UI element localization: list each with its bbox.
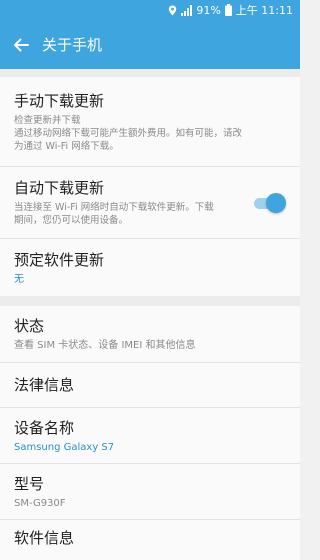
- app-bar: 关于手机: [0, 20, 300, 69]
- software-update-section: 手动下载更新 检查更新并下载 通过移动网络下载可能产生额外费用。如有可能，请改 …: [0, 77, 300, 296]
- legal-info-item[interactable]: 法律信息: [0, 363, 300, 408]
- auto-download-updates-item[interactable]: 自动下载更新 当连接至 Wi-Fi 网络时自动下载软件更新。下载 期间，您仍可以…: [0, 167, 300, 239]
- battery-icon: [224, 4, 232, 16]
- auto-download-toggle[interactable]: [252, 192, 286, 214]
- device-name-value: Samsung Galaxy S7: [14, 441, 115, 453]
- legal-info-title: 法律信息: [14, 376, 75, 394]
- scheduled-update-item[interactable]: 预定软件更新 无: [0, 239, 300, 296]
- model-value: SM-G930F: [14, 497, 66, 509]
- auto-download-title: 自动下载更新: [14, 179, 105, 197]
- status-bar: 91% 上午 11:11: [0, 0, 300, 20]
- section-divider: [0, 296, 300, 306]
- section-divider: [0, 69, 300, 77]
- status-item[interactable]: 状态 查看 SIM 卡状态、设备 IMEI 和其他信息: [0, 306, 300, 363]
- device-name-title: 设备名称: [14, 418, 75, 437]
- software-info-title: 软件信息: [14, 529, 75, 547]
- scheduled-update-value: 无: [14, 273, 24, 285]
- device-info-section: 状态 查看 SIM 卡状态、设备 IMEI 和其他信息 法律信息 设备名称 Sa…: [0, 306, 300, 560]
- model-item[interactable]: 型号 SM-G930F: [0, 464, 300, 520]
- clock: 上午 11:11: [235, 4, 293, 17]
- back-arrow-icon: [14, 38, 29, 51]
- battery-percent: 91%: [196, 3, 221, 17]
- scheduled-update-title: 预定软件更新: [14, 250, 105, 269]
- status-subtitle: 查看 SIM 卡状态、设备 IMEI 和其他信息: [14, 340, 196, 351]
- manual-download-updates-item[interactable]: 手动下载更新 检查更新并下载 通过移动网络下载可能产生额外费用。如有可能，请改 …: [0, 77, 300, 167]
- page-title: 关于手机: [42, 36, 103, 54]
- manual-download-title: 手动下载更新: [14, 91, 105, 110]
- software-info-item[interactable]: 软件信息: [0, 520, 300, 560]
- device-name-item[interactable]: 设备名称 Samsung Galaxy S7: [0, 408, 300, 464]
- location-icon: [168, 5, 177, 16]
- model-title: 型号: [14, 474, 45, 493]
- signal-icon: [181, 4, 193, 16]
- back-button[interactable]: [10, 34, 32, 56]
- status-title: 状态: [14, 317, 45, 335]
- manual-download-subtitle: 检查更新并下载 通过移动网络下载可能产生额外费用。如有可能，请改 为通过 Wi-…: [14, 114, 243, 152]
- auto-download-subtitle: 当连接至 Wi-Fi 网络时自动下载软件更新。下载 期间，您仍可以使用设备。: [14, 202, 214, 226]
